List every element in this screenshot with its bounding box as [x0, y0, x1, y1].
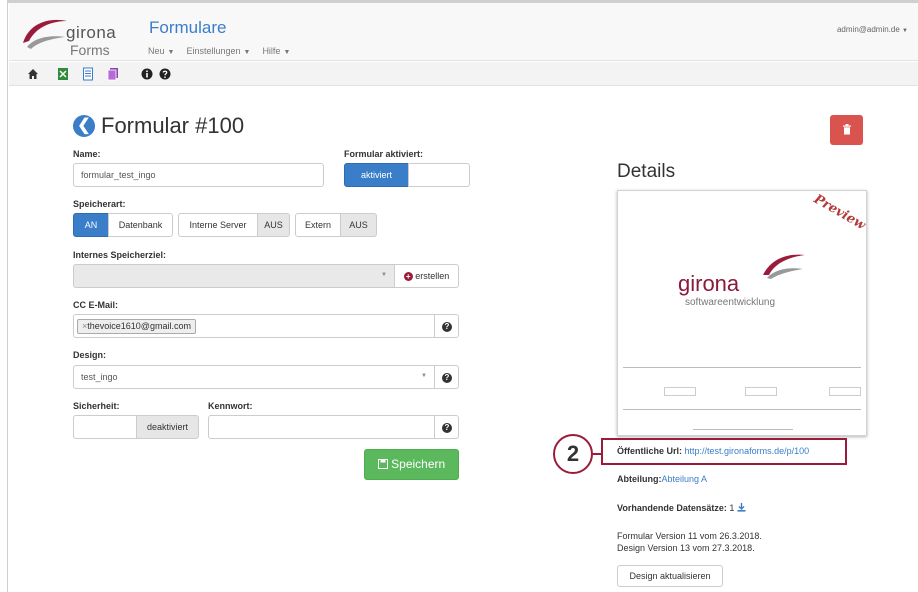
toolbar [9, 62, 918, 86]
form-preview-thumbnail[interactable]: Preview girona softwareentwicklung [617, 190, 867, 436]
chevron-down-icon: ▼ [283, 49, 291, 56]
public-url-link[interactable]: http://test.gironaforms.de/p/100 [685, 446, 810, 456]
menu-hilfe[interactable]: Hilfe ▼ [262, 46, 290, 56]
preview-divider [623, 409, 861, 410]
public-url-row: Öffentliche Url: http://test.gironaforms… [617, 446, 809, 456]
create-button-label: erstellen [415, 271, 450, 281]
back-arrow-icon[interactable]: ❮ [73, 115, 95, 137]
info-icon[interactable] [141, 67, 153, 81]
excel-icon[interactable] [57, 67, 69, 81]
preview-brand: girona [678, 271, 740, 296]
trash-icon [842, 124, 851, 135]
public-url-label: Öffentliche Url: [617, 446, 683, 456]
records-label: Vorhandende Datensätze: [617, 503, 727, 513]
create-button[interactable]: + erstellen [394, 264, 459, 288]
department-label: Abteilung: [617, 474, 662, 484]
storage-external-off-button[interactable]: AUS [340, 213, 377, 237]
preview-divider [623, 367, 861, 368]
document-icon[interactable] [82, 67, 94, 81]
target-label: Internes Speicherziel: [73, 250, 167, 260]
storage-internal-off-button[interactable]: AUS [257, 213, 290, 237]
update-design-button[interactable]: Design aktualisieren [617, 565, 723, 587]
design-version: Design Version 13 vom 27.3.2018. [617, 543, 755, 553]
user-menu[interactable]: admin@admin.de ▼ [837, 25, 908, 34]
annotation-marker: 2 [553, 434, 593, 474]
user-email: admin@admin.de [836, 25, 900, 34]
chevron-down-icon: ▼ [243, 49, 251, 56]
menu-neu-label: Neu [148, 46, 165, 56]
active-label: Formular aktiviert: [344, 149, 424, 159]
preview-watermark: Preview [811, 191, 867, 234]
help-icon: ? [442, 322, 452, 332]
plus-circle-icon: + [403, 272, 413, 281]
storage-internal-button[interactable]: Interne Server [178, 213, 258, 237]
details-heading: Details [617, 161, 676, 182]
swoosh-icon [763, 254, 805, 279]
app-title[interactable]: Formulare [149, 18, 226, 38]
help-icon: ? [442, 373, 452, 383]
preview-field [829, 387, 861, 396]
app-header: girona Forms Formulare Neu ▼ Einstellunge… [9, 3, 918, 61]
chevron-down-icon: ▼ [421, 373, 427, 379]
save-button-label: Speichern [391, 457, 446, 471]
logo-name: girona [66, 23, 117, 42]
department-link[interactable]: Abteilung A [662, 474, 708, 484]
preview-sub: softwareentwicklung [685, 297, 776, 308]
form-title: Formular #100 [101, 113, 245, 138]
preview-field [664, 387, 696, 396]
password-input[interactable] [208, 415, 435, 439]
design-value: test_ingo [81, 372, 118, 382]
department-row: Abteilung:Abteilung A [617, 474, 707, 484]
annotation-connector [593, 453, 601, 455]
copy-icon[interactable] [107, 67, 119, 81]
design-select[interactable]: test_ingo ▼ [73, 365, 435, 389]
page-title: ❮ Formular #100 [73, 113, 244, 139]
cc-help-button[interactable]: ? [434, 314, 459, 338]
menu-einstellungen-label: Einstellungen [186, 46, 241, 56]
name-input[interactable]: formular_test_ingo [73, 163, 324, 187]
help-icon[interactable] [159, 67, 171, 81]
girona-logo[interactable]: girona Forms [19, 11, 129, 58]
preview-divider [693, 429, 793, 430]
chevron-down-icon: ▼ [902, 28, 908, 34]
security-label: Sicherheit: [73, 401, 120, 411]
storage-on-button[interactable]: AN [73, 213, 109, 237]
design-label: Design: [73, 350, 107, 360]
chevron-down-icon: ▼ [381, 272, 387, 278]
security-deactivated-button[interactable]: deaktiviert [136, 415, 199, 439]
form-version: Formular Version 11 vom 26.3.2018. [617, 531, 762, 541]
design-help-button[interactable]: ? [434, 365, 459, 389]
storage-db-button[interactable]: Datenbank [108, 213, 173, 237]
menu-hilfe-label: Hilfe [262, 46, 281, 56]
name-label: Name: [73, 149, 101, 159]
logo-sub: Forms [70, 42, 110, 58]
chevron-down-icon: ▼ [167, 49, 175, 56]
download-icon[interactable] [737, 503, 746, 512]
menu-einstellungen[interactable]: Einstellungen ▼ [186, 46, 250, 56]
security-toggle-off[interactable] [73, 415, 137, 439]
records-count: 1 [729, 503, 735, 513]
email-tag[interactable]: ×thevoice1610@gmail.com [77, 319, 196, 334]
storage-label: Speicherart: [73, 199, 126, 209]
menu-neu[interactable]: Neu ▼ [148, 46, 174, 56]
target-select[interactable]: ▼ [73, 264, 395, 288]
email-tag-label: thevoice1610@gmail.com [87, 321, 191, 331]
version-info: Formular Version 11 vom 26.3.2018. Desig… [617, 530, 762, 554]
floppy-disk-icon [377, 459, 388, 469]
active-on-button[interactable]: aktiviert [344, 163, 409, 187]
storage-external-button[interactable]: Extern [295, 213, 341, 237]
password-help-button[interactable]: ? [434, 415, 459, 439]
cc-label: CC E-Mail: [73, 300, 118, 310]
active-off-button[interactable] [408, 163, 470, 187]
delete-button[interactable] [830, 115, 863, 145]
top-menu: Neu ▼ Einstellungen ▼ Hilfe ▼ [148, 46, 290, 56]
save-button[interactable]: Speichern [364, 449, 459, 480]
password-label: Kennwort: [208, 401, 253, 411]
help-icon: ? [442, 423, 452, 433]
records-row: Vorhandende Datensätze: 1 [617, 503, 746, 513]
home-icon[interactable] [27, 67, 39, 81]
preview-field [745, 387, 777, 396]
window-frame-left [0, 0, 8, 592]
